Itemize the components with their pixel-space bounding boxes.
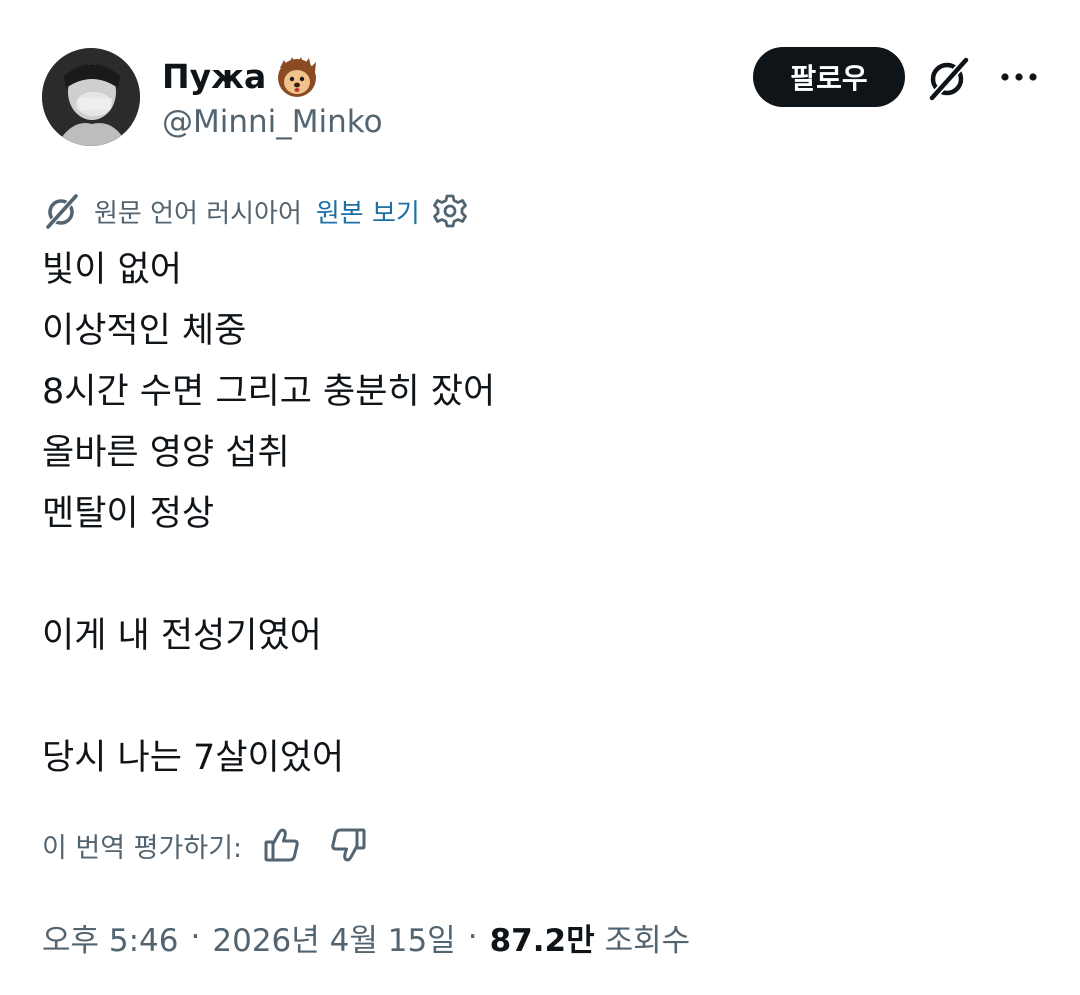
tweet-text-line: 당시 나는 7살이었어 (42, 738, 345, 778)
thumbs-down-icon[interactable] (328, 825, 368, 865)
tweet-text-line: 이상적인 체중 (42, 311, 247, 351)
tweet-text-line: 올바른 영양 섭취 (42, 433, 290, 473)
views-count[interactable]: 87.2만 (490, 915, 595, 960)
post-date[interactable]: 2026년 4월 15일 (212, 915, 455, 960)
author-handle[interactable]: @Minni_Minko (162, 102, 383, 142)
avatar[interactable] (42, 48, 140, 146)
author-display-name[interactable]: Пужа (162, 57, 266, 97)
separator: · (190, 919, 201, 955)
post-time[interactable]: 오후 5:46 (42, 915, 179, 960)
grok-button[interactable] (920, 52, 976, 104)
tweet: Пужа @Minni_Minko 팔로우 원문 언어 러시아어 원본 보기 빛… (0, 0, 1080, 995)
gear-icon[interactable] (432, 193, 468, 229)
tweet-text-line: 빛이 없어 (42, 250, 182, 290)
grok-translate-icon (42, 191, 82, 231)
show-original-link[interactable]: 원본 보기 (316, 193, 420, 230)
grok-icon (929, 57, 969, 101)
more-dots-icon (1001, 73, 1037, 81)
separator: · (467, 919, 478, 955)
views-label: 조회수 (604, 922, 691, 959)
author-name[interactable]: Пужа (162, 54, 320, 100)
hedgehog-emoji-icon (274, 54, 320, 100)
tweet-text-line: 8시간 수면 그리고 충분히 잤어 (42, 372, 496, 412)
original-language-note: 원문 언어 러시아어 (94, 198, 302, 229)
rate-translation-prompt: 이 번역 평가하기: (42, 832, 243, 864)
more-button[interactable] (994, 54, 1044, 100)
follow-button[interactable]: 팔로우 (753, 47, 905, 107)
tweet-text-line: 이게 내 전성기였어 (42, 616, 322, 656)
tweet-text: 빛이 없어 이상적인 체중 8시간 수면 그리고 충분히 잤어 올바른 영양 섭… (42, 240, 1032, 789)
rate-translation: 이 번역 평가하기: (42, 821, 368, 869)
tweet-text-line: 멘탈이 정상 (42, 494, 215, 534)
thumbs-up-icon[interactable] (262, 825, 302, 865)
tweet-meta: 오후 5:46 · 2026년 4월 15일 · 87.2만 조회수 (42, 912, 690, 962)
translation-bar: 원문 언어 러시아어 원본 보기 (42, 188, 468, 234)
